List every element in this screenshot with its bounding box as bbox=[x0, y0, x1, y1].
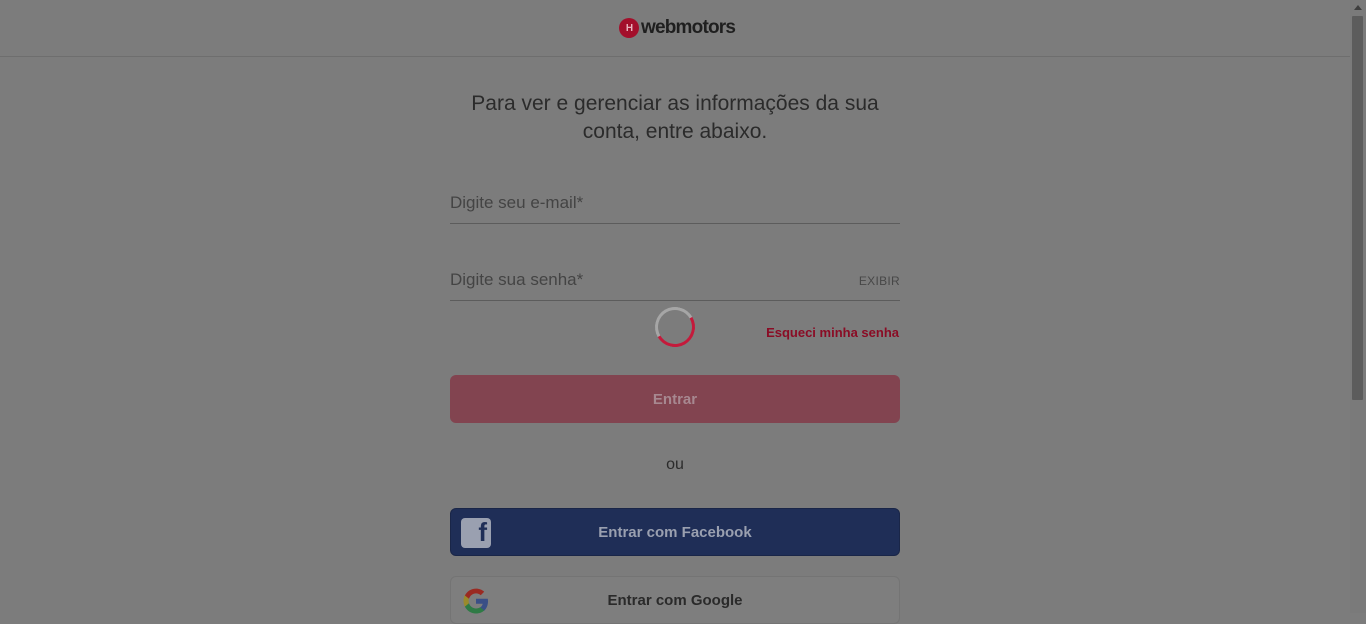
password-input[interactable] bbox=[450, 261, 850, 299]
login-page: H webmotors Para ver e gerenciar as info… bbox=[0, 0, 1350, 624]
top-header: H webmotors bbox=[0, 0, 1350, 57]
google-icon bbox=[463, 588, 488, 614]
email-field-wrapper bbox=[450, 184, 900, 224]
vertical-scrollbar[interactable] bbox=[1350, 0, 1366, 613]
facebook-login-button[interactable]: f Entrar com Facebook bbox=[450, 508, 900, 556]
page-headline: Para ver e gerenciar as informações da s… bbox=[471, 92, 879, 143]
scrollbar-thumb[interactable] bbox=[1352, 16, 1363, 400]
show-password-toggle[interactable]: EXIBIR bbox=[859, 274, 900, 288]
facebook-icon: f bbox=[461, 518, 491, 548]
email-input[interactable] bbox=[450, 184, 850, 222]
loading-spinner-icon bbox=[650, 302, 700, 352]
scroll-up-arrow-icon[interactable] bbox=[1354, 5, 1362, 10]
facebook-login-label: Entrar com Facebook bbox=[598, 523, 752, 541]
logo-mark-icon: H bbox=[619, 18, 639, 38]
or-separator: ou bbox=[666, 456, 684, 473]
google-login-button[interactable]: Entrar com Google bbox=[450, 576, 900, 624]
google-login-label: Entrar com Google bbox=[607, 591, 743, 609]
webmotors-logo[interactable]: H webmotors bbox=[619, 17, 736, 39]
forgot-password-link[interactable]: Esqueci minha senha bbox=[766, 325, 899, 340]
brand-name: webmotors bbox=[641, 17, 736, 38]
password-field-wrapper: EXIBIR bbox=[450, 261, 900, 301]
enter-button[interactable]: Entrar bbox=[450, 375, 900, 423]
